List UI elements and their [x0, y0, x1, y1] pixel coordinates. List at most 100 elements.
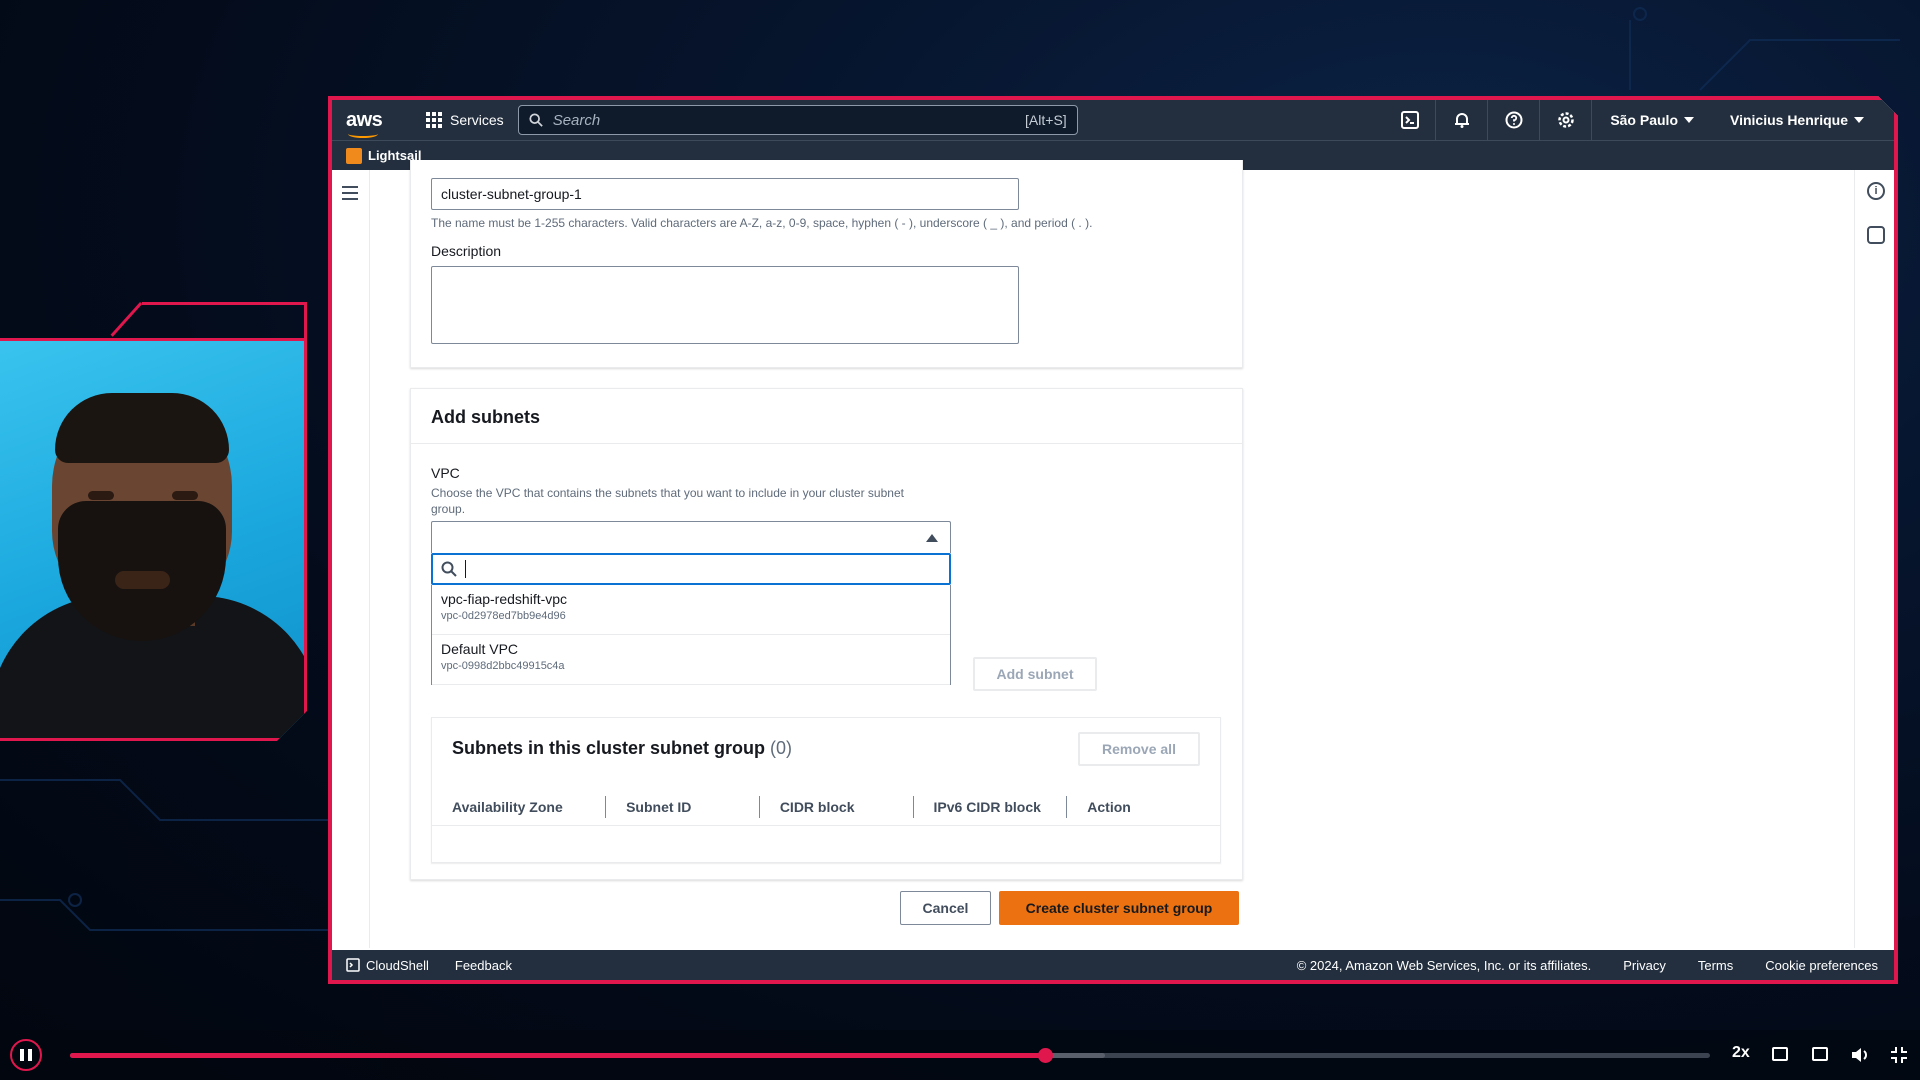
settings-button[interactable]	[1540, 100, 1592, 140]
column-ipv6-cidr-block[interactable]: IPv6 CIDR block	[913, 796, 1067, 818]
name-constraint-hint: The name must be 1-255 characters. Valid…	[431, 216, 1093, 230]
vpc-options-list: vpc-fiap-redshift-vpc vpc-0d2978ed7bb9e4…	[431, 585, 951, 685]
video-progress-bar[interactable]	[70, 1048, 1710, 1063]
search-shortcut-hint: [Alt+S]	[1025, 112, 1067, 128]
search-icon	[441, 561, 457, 577]
cloudshell-icon	[346, 958, 360, 972]
aws-logo-text: aws	[346, 108, 383, 131]
subnets-count: (0)	[770, 738, 793, 758]
console-footer: CloudShell Feedback © 2024, Amazon Web S…	[332, 950, 1894, 980]
gear-icon	[1557, 111, 1575, 129]
subnet-group-name-value: cluster-subnet-group-1	[441, 186, 582, 202]
vpc-option-name: vpc-fiap-redshift-vpc	[441, 591, 568, 607]
cancel-button[interactable]: Cancel	[900, 891, 991, 925]
video-player-controls: 2x	[0, 1030, 1920, 1080]
privacy-link[interactable]: Privacy	[1623, 958, 1666, 973]
subnets-table-title-text: Subnets in this cluster subnet group	[452, 738, 766, 758]
vpc-option-id: vpc-0d2978ed7bb9e4d96	[441, 610, 566, 622]
aws-console-window: aws Services Search [Alt+S] São Paulo Vi…	[328, 96, 1898, 984]
region-selector[interactable]: São Paulo	[1592, 112, 1712, 128]
add-subnets-panel: Add subnets VPC Choose the VPC that cont…	[410, 388, 1243, 880]
help-button[interactable]	[1488, 100, 1540, 140]
description-label: Description	[431, 243, 502, 259]
main-content: cluster-subnet-group-1 The name must be …	[370, 170, 1854, 948]
hexagon-icon[interactable]	[1867, 226, 1885, 244]
subnets-table: Subnets in this cluster subnet group (0)…	[431, 717, 1221, 863]
aws-logo[interactable]: aws	[346, 109, 386, 132]
column-subnet-id[interactable]: Subnet ID	[605, 796, 759, 818]
console-content: cluster-subnet-group-1 The name must be …	[332, 170, 1894, 948]
caret-up-icon	[926, 534, 938, 542]
lightsail-icon	[346, 148, 362, 164]
column-availability-zone[interactable]: Availability Zone	[452, 796, 605, 818]
left-navigation-rail	[332, 170, 370, 948]
vpc-description: Choose the VPC that contains the subnets…	[431, 486, 904, 516]
aws-top-navigation: aws Services Search [Alt+S] São Paulo Vi…	[332, 100, 1894, 140]
feedback-link[interactable]: Feedback	[455, 958, 512, 973]
vpc-option[interactable]: vpc-fiap-redshift-vpc vpc-0d2978ed7bb9e4…	[432, 585, 950, 635]
column-action: Action	[1066, 796, 1220, 818]
copyright-text: © 2024, Amazon Web Services, Inc. or its…	[1296, 957, 1592, 973]
terms-link[interactable]: Terms	[1698, 958, 1733, 973]
vpc-option-id: vpc-0998d2bbc49915c4a	[441, 660, 565, 672]
services-label: Services	[450, 112, 504, 128]
picture-in-picture-icon[interactable]	[1812, 1047, 1828, 1061]
webcam-tab-border	[110, 302, 143, 337]
presenter-eye	[88, 491, 114, 500]
webcam-tab-border	[142, 302, 307, 305]
aws-smile-icon	[348, 130, 378, 138]
presenter-hair	[55, 393, 229, 463]
add-subnet-button[interactable]: Add subnet	[973, 657, 1097, 691]
account-menu[interactable]: Vinicius Henrique	[1712, 112, 1882, 128]
user-name: Vinicius Henrique	[1730, 112, 1848, 128]
help-icon	[1505, 111, 1523, 129]
search-icon	[529, 113, 543, 127]
notifications-button[interactable]	[1436, 100, 1488, 140]
column-cidr-block[interactable]: CIDR block	[759, 796, 913, 818]
footer-links: © 2024, Amazon Web Services, Inc. or its…	[1297, 958, 1894, 973]
cloudshell-button[interactable]	[1384, 100, 1436, 140]
vpc-label: VPC	[431, 465, 460, 481]
cloudshell-label: CloudShell	[366, 957, 429, 973]
menu-icon[interactable]	[342, 186, 358, 204]
chevron-down-icon	[1684, 117, 1694, 123]
text-cursor	[465, 560, 466, 578]
playback-speed-button[interactable]: 2x	[1732, 1044, 1750, 1062]
webcam-tab-border	[304, 302, 307, 338]
cookie-preferences-link[interactable]: Cookie preferences	[1765, 958, 1878, 973]
divider	[411, 443, 1242, 444]
add-subnets-heading: Add subnets	[431, 407, 541, 427]
footer-cloudshell-link[interactable]: CloudShell	[346, 958, 429, 973]
form-actions: Cancel Create cluster subnet group	[900, 891, 1239, 925]
services-grid-icon	[426, 112, 442, 128]
volume-icon[interactable]	[1850, 1045, 1870, 1065]
region-label: São Paulo	[1610, 112, 1678, 128]
subnet-group-name-field[interactable]: cluster-subnet-group-1	[431, 178, 1019, 210]
top-right-controls: São Paulo Vinicius Henrique	[1384, 100, 1882, 140]
description-textarea[interactable]	[431, 266, 1019, 344]
captions-icon[interactable]	[1772, 1047, 1788, 1061]
info-icon[interactable]: i	[1867, 182, 1885, 200]
presenter-mouth	[115, 571, 170, 589]
cloudshell-icon	[1401, 111, 1419, 129]
pause-button[interactable]	[10, 1039, 42, 1071]
remove-all-button[interactable]: Remove all	[1078, 732, 1200, 766]
fullscreen-exit-icon[interactable]	[1890, 1046, 1908, 1064]
console-search-input[interactable]: Search [Alt+S]	[518, 105, 1078, 135]
right-tools-rail: i	[1854, 170, 1894, 948]
subnets-table-title: Subnets in this cluster subnet group (0)	[452, 738, 792, 759]
vpc-select[interactable]	[431, 521, 951, 553]
services-menu-button[interactable]: Services	[426, 112, 504, 128]
table-header: Availability Zone Subnet ID CIDR block I…	[432, 788, 1220, 826]
vpc-option[interactable]: Default VPC vpc-0998d2bbc49915c4a	[432, 635, 950, 685]
create-cluster-subnet-group-button[interactable]: Create cluster subnet group	[999, 891, 1239, 925]
vpc-option-name: Default VPC	[441, 641, 519, 657]
search-placeholder: Search	[552, 111, 601, 129]
chevron-down-icon	[1854, 117, 1864, 123]
vpc-filter-input[interactable]	[431, 553, 951, 585]
bell-icon	[1453, 111, 1471, 129]
subnet-group-details-panel: cluster-subnet-group-1 The name must be …	[410, 160, 1243, 368]
webcam-feed	[0, 338, 307, 741]
played-bar	[70, 1053, 1046, 1058]
seek-handle[interactable]	[1037, 1048, 1053, 1063]
